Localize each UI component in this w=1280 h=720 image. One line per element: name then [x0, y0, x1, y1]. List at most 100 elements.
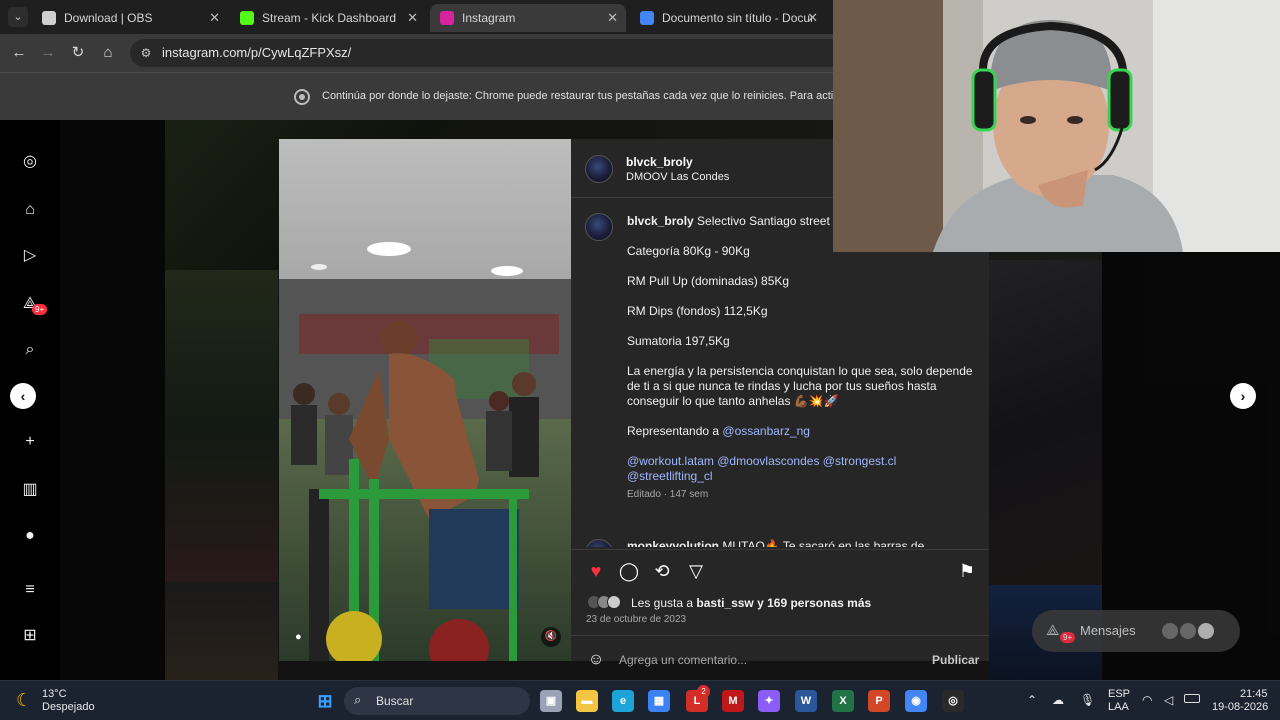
taskbar-search-box[interactable]: ⌕ Buscar [344, 687, 530, 715]
mcafee-icon[interactable]: M [722, 690, 744, 712]
home-icon[interactable]: ⌂ [20, 200, 40, 220]
back-icon[interactable]: ← [9, 43, 29, 63]
profile-icon[interactable]: ● [20, 526, 40, 546]
post-video[interactable]: ● 🔇 [279, 139, 571, 661]
clock-time[interactable]: 21:45 [1240, 688, 1268, 700]
tab-favicon-icon [440, 11, 454, 25]
mute-icon[interactable]: 🔇 [541, 627, 561, 647]
emoji-icon[interactable]: ☺ [585, 649, 607, 671]
comment-username[interactable]: monkeyvolution [627, 539, 719, 547]
motivation-line: conseguir lo que tanto anhelas 💪🏾💥🚀 [627, 394, 839, 408]
like-icon[interactable]: ♥ [585, 560, 607, 582]
likes-user[interactable]: basti_ssw [696, 596, 753, 610]
windows-start-icon[interactable]: ⊞ [314, 690, 336, 712]
mentions-line[interactable]: @streetlifting_cl [627, 469, 713, 484]
create-icon[interactable]: + [20, 432, 40, 452]
caption-username[interactable]: blvck_broly [627, 214, 694, 228]
tab-title: Instagram [462, 11, 516, 25]
address-bar[interactable]: ⚙ instagram.com/p/CywLqZFPXsz/ [130, 39, 833, 67]
comment-avatar[interactable] [585, 539, 613, 547]
next-post-button[interactable]: › [1230, 383, 1256, 409]
browser-tab[interactable]: Instagram ✕ [430, 4, 626, 32]
language-code[interactable]: ESP [1108, 688, 1130, 700]
tab-title: Stream - Kick Dashboard [262, 11, 397, 25]
forward-icon[interactable]: → [38, 43, 58, 63]
wifi-icon[interactable]: ◠ [1142, 693, 1152, 707]
tab-close-icon[interactable]: ✕ [209, 4, 220, 32]
comment-line: monkeyvolution MUTAO🔥 Te sacaró en las b… [627, 539, 924, 547]
caption-line: Categoría 80Kg - 90Kg [627, 244, 750, 258]
caption-line: Sumatoria 197,5Kg [627, 334, 730, 348]
post-location[interactable]: DMOOV Las Condes [626, 171, 729, 183]
messages-pill-badge: 9+ [1060, 632, 1076, 643]
conversation-avatar [1180, 623, 1196, 639]
more-icon[interactable]: ⊞ [20, 626, 40, 646]
file-explorer-icon[interactable]: ▬ [576, 690, 598, 712]
task-view-icon[interactable]: ▣ [540, 690, 562, 712]
tab-close-icon[interactable]: ✕ [407, 4, 418, 32]
comment-input[interactable]: Agrega un comentario... [619, 653, 747, 667]
save-icon[interactable]: ⚑ [956, 560, 978, 582]
word-icon[interactable]: W [795, 690, 817, 712]
messages-icon: ⟁ [1046, 622, 1060, 639]
onedrive-icon[interactable]: ☁ [1052, 693, 1064, 707]
notification-badge: 2 [697, 685, 710, 698]
likes-prefix: Les gusta a [631, 596, 697, 610]
store-icon[interactable]: ▦ [648, 690, 670, 712]
tab-favicon-icon [640, 11, 654, 25]
infobar-message: Continúa por donde lo dejaste: Chrome pu… [322, 90, 849, 102]
obs-icon[interactable]: ◎ [942, 690, 964, 712]
conversation-avatar [1198, 623, 1214, 639]
search-icon[interactable]: ⌕ [20, 340, 40, 360]
tab-favicon-icon [240, 11, 254, 25]
weather-icon[interactable]: ☾ [16, 690, 32, 711]
microphone-icon[interactable]: 🎙 [1080, 693, 1095, 707]
battery-icon[interactable] [1184, 694, 1200, 703]
edge-icon[interactable]: e [612, 690, 634, 712]
search-icon: ⌕ [354, 692, 362, 707]
volume-icon[interactable]: ◁ [1164, 693, 1173, 707]
excel-icon[interactable]: X [832, 690, 854, 712]
powerpoint-icon[interactable]: P [868, 690, 890, 712]
instagram-icon[interactable]: ◎ [20, 152, 40, 172]
tab-close-icon[interactable]: ✕ [607, 4, 618, 32]
previous-post-button[interactable]: ‹ [10, 383, 36, 409]
caption-avatar[interactable] [585, 213, 613, 241]
likes-summary[interactable]: Les gusta a basti_ssw y 169 personas más [631, 596, 871, 611]
mentions-line[interactable]: @workout.latam @dmoovlascondes @stronges… [627, 454, 896, 469]
likes-suffix[interactable]: y 169 personas más [754, 596, 871, 610]
chrome-icon[interactable]: ◉ [905, 690, 927, 712]
menu-icon[interactable]: ≡ [20, 580, 40, 600]
restore-tabs-infobar: Continúa por donde lo dejaste: Chrome pu… [0, 72, 848, 120]
tagged-users-icon[interactable]: ● [295, 631, 302, 643]
clock-date[interactable]: 19-08-2026 [1212, 701, 1268, 713]
weather-temperature[interactable]: 13°C [42, 688, 67, 700]
tab-search-button[interactable]: ⌄ [8, 7, 28, 27]
share-icon[interactable]: ▽ [685, 560, 707, 582]
reels-icon[interactable]: ▷ [20, 246, 40, 266]
browser-tab[interactable]: Stream - Kick Dashboard ✕ [230, 4, 426, 32]
publish-button[interactable]: Publicar [932, 653, 979, 667]
messages-pill[interactable]: ⟁ 9+ Mensajes [1032, 610, 1240, 652]
dashboard-icon[interactable]: ▥ [20, 480, 40, 500]
show-hidden-icons-icon[interactable]: ⌃ [1027, 693, 1037, 707]
reload-icon[interactable]: ↻ [68, 43, 88, 63]
represent-handle-link[interactable]: @ossanbarz_ng [722, 424, 810, 438]
site-info-icon[interactable]: ⚙ [138, 45, 154, 61]
author-avatar[interactable] [585, 155, 613, 183]
weather-description[interactable]: Despejado [42, 701, 95, 713]
motivation-line: de ti a si que nunca te rindas y lucha p… [627, 379, 937, 393]
browser-tab[interactable]: Download | OBS ✕ [32, 4, 228, 32]
home-icon[interactable]: ⌂ [98, 43, 118, 63]
browser-tab[interactable]: Documento sin título - Docume ✕ [630, 4, 826, 32]
windows-taskbar: ☾ 13°C Despejado ⊞ ⌕ Buscar ▣ ▬ e ▦ L M ✦ W X P ◉ ◎… [0, 680, 1280, 720]
actions-divider [571, 549, 989, 550]
tab-title: Documento sin título - Docume [662, 11, 812, 25]
author-username[interactable]: blvck_broly [626, 155, 693, 169]
repost-icon[interactable]: ⟲ [651, 560, 673, 582]
tab-close-icon[interactable]: ✕ [807, 4, 818, 32]
keyboard-layout[interactable]: LAA [1108, 701, 1129, 713]
comment-icon[interactable]: ◯ [618, 560, 640, 582]
url-text[interactable]: instagram.com/p/CywLqZFPXsz/ [162, 45, 351, 60]
copilot-icon[interactable]: ✦ [758, 690, 780, 712]
